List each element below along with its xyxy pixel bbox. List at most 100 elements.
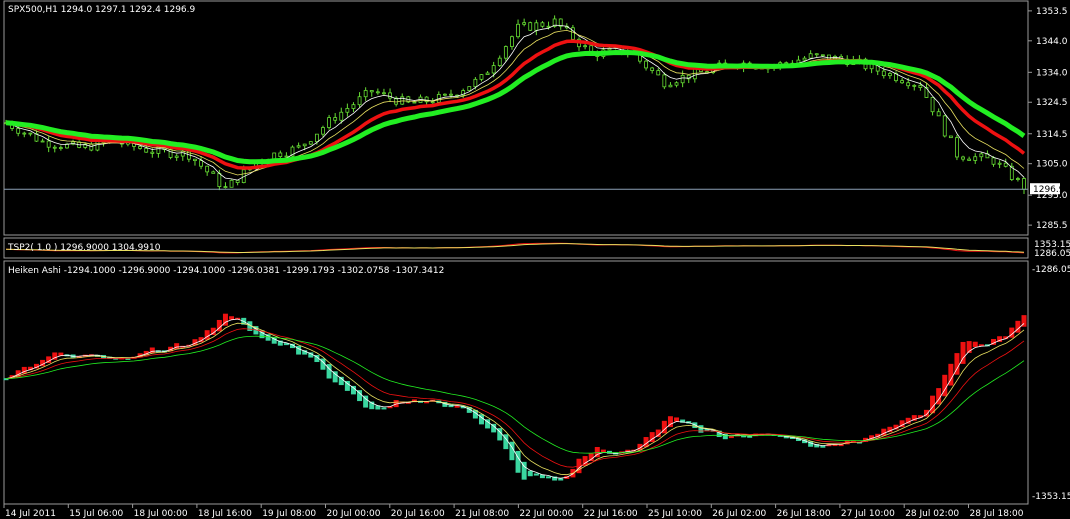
candle-body — [357, 96, 362, 106]
main-plot — [4, 15, 1026, 194]
candle-body — [967, 158, 972, 161]
candle-body — [540, 22, 545, 27]
heiken-bar — [588, 453, 594, 461]
ytick-label: 1334.0 — [1036, 68, 1068, 78]
xtick-label: 26 Jul 18:00 — [777, 509, 831, 519]
candle-body — [28, 132, 33, 135]
ytick-label: 1353.5 — [1036, 7, 1068, 17]
candle-body — [345, 108, 350, 113]
current-price-label: 1296.9 — [1033, 185, 1065, 195]
xtick-label: 18 Jul 16:00 — [198, 509, 252, 519]
candle-body — [138, 145, 143, 149]
candle-body — [40, 140, 45, 143]
xtick-label: 20 Jul 00:00 — [327, 509, 381, 519]
candle-body — [314, 133, 319, 143]
candle-body — [522, 22, 527, 25]
heiken-bar — [546, 476, 552, 479]
candle-body — [193, 158, 197, 162]
heiken-bar — [674, 417, 680, 422]
candle-body — [58, 147, 63, 149]
candle-body — [820, 54, 825, 57]
main-title: SPX500,H1 1294.0 1297.1 1292.4 1296.9 — [8, 5, 196, 15]
candle-body — [449, 93, 453, 96]
candle-body — [442, 93, 447, 96]
candle-body — [278, 152, 283, 157]
candle-body — [363, 90, 368, 98]
candle-body — [217, 172, 222, 187]
candle-body — [388, 92, 392, 99]
current-price-tag: 1296.9 — [1030, 183, 1065, 195]
candle-body — [814, 53, 819, 56]
candle-body — [229, 179, 234, 188]
candle-body — [1016, 178, 1020, 180]
candle-body — [906, 82, 911, 87]
ytick-label: 1324.5 — [1036, 98, 1068, 108]
heiken-title: Heiken Ashi -1294.1000 -1296.9000 -1294.… — [8, 266, 444, 276]
candle-body — [881, 70, 886, 77]
candle-body — [991, 157, 996, 165]
candle-body — [808, 53, 813, 59]
heiken-bar — [600, 449, 606, 453]
candle-body — [674, 82, 679, 86]
xtick-label: 15 Jul 06:00 — [69, 509, 123, 519]
candle-body — [89, 143, 94, 151]
candle-body — [351, 104, 356, 109]
candle-body — [997, 162, 1002, 165]
ytick-label: 1344.0 — [1036, 37, 1068, 47]
candle-body — [510, 36, 514, 47]
candle-body — [644, 60, 648, 69]
candle-body — [95, 140, 100, 151]
candle-body — [503, 46, 508, 59]
heiken-ytick-top: -1286.05 — [1032, 265, 1070, 275]
candle-body — [887, 73, 892, 77]
candle-body — [491, 65, 496, 74]
ytick-label: 1314.5 — [1036, 130, 1068, 140]
candle-body — [467, 86, 472, 91]
candle-body — [144, 148, 149, 153]
candle-body — [205, 165, 210, 173]
main-y-axis: 1353.51344.01334.01324.51314.51305.01295… — [1028, 7, 1068, 231]
candle-body — [339, 111, 344, 121]
candle-body — [430, 101, 435, 104]
candle-body — [174, 155, 179, 158]
time-axis: 14 Jul 2011 15 Jul 06:00 18 Jul 00:00 18 Ju… — [3, 504, 1024, 519]
candle-body — [296, 145, 301, 148]
xtick-label: 14 Jul 2011 — [5, 509, 56, 519]
heiken-bar — [381, 407, 387, 410]
candle-body — [52, 146, 57, 149]
candle-body — [308, 141, 313, 145]
candle-body — [156, 146, 161, 154]
candle-body — [485, 72, 490, 75]
candle-body — [1022, 178, 1026, 190]
ytick-label: 1305.0 — [1036, 160, 1068, 170]
candle-body — [497, 57, 502, 66]
candle-body — [46, 140, 51, 148]
xtick-label: 21 Jul 08:00 — [455, 509, 509, 519]
xtick-label: 28 Jul 02:00 — [905, 509, 959, 519]
xtick-label: 25 Jul 10:00 — [648, 509, 702, 519]
candle-body — [583, 45, 588, 48]
heiken-bar — [728, 436, 734, 439]
candle-body — [955, 137, 959, 158]
candle-body — [546, 25, 551, 28]
heiken-bar — [972, 341, 978, 348]
candle-body — [412, 101, 417, 104]
candle-body — [1003, 162, 1008, 167]
candle-body — [936, 111, 941, 117]
candle-body — [302, 143, 307, 147]
heiken-bar — [820, 445, 826, 448]
main-panel-frame — [3, 0, 1029, 236]
candle-body — [382, 92, 386, 95]
candle-body — [802, 57, 807, 61]
candle-body — [16, 128, 21, 134]
candle-body — [375, 91, 380, 94]
xtick-label: 20 Jul 16:00 — [391, 509, 445, 519]
candle-body — [942, 115, 947, 137]
candle-body — [930, 97, 935, 113]
xtick-label: 26 Jul 02:00 — [712, 509, 766, 519]
heiken-bar — [698, 425, 704, 433]
xtick-label: 22 Jul 00:00 — [519, 509, 573, 519]
xtick-label: 27 Jul 10:00 — [841, 509, 895, 519]
candle-body — [168, 149, 173, 158]
candle-body — [912, 84, 917, 87]
